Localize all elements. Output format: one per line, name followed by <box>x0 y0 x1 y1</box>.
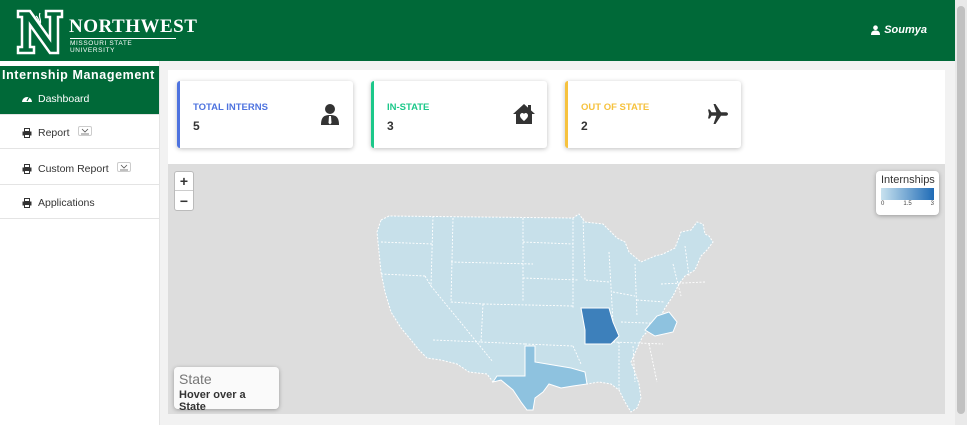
northwest-logo[interactable]: NORTHWEST MISSOURI STATE UNIVERSITY <box>16 7 197 55</box>
print-icon <box>22 164 32 174</box>
card-label: TOTAL INTERNS <box>193 102 268 113</box>
zoom-control: + − <box>174 171 194 211</box>
page-scrollbar[interactable] <box>955 0 967 425</box>
scrollbar-thumb[interactable] <box>957 6 965 414</box>
user-name: Soumya <box>884 24 927 36</box>
total-interns-card: TOTAL INTERNS 5 <box>177 81 353 148</box>
card-label: OUT OF STATE <box>581 102 650 113</box>
stats-panel: TOTAL INTERNS 5 IN-STATE 3 OUT OF STATE … <box>168 70 945 164</box>
sidebar-item-applications[interactable]: Applications <box>0 188 159 219</box>
info-hint: Hover over a State <box>179 389 246 413</box>
us-map[interactable]: + − Internships 0 1.5 3 State Hover over… <box>168 164 945 414</box>
zoom-in-button[interactable]: + <box>175 172 193 191</box>
house-icon <box>513 104 535 124</box>
logo-name: NORTHWEST <box>69 16 198 37</box>
card-value: 5 <box>193 119 200 133</box>
user-tie-icon <box>321 104 339 125</box>
map-legend: Internships 0 1.5 3 <box>876 171 939 215</box>
info-title: State <box>179 371 212 387</box>
sidebar-item-dashboard[interactable]: Dashboard <box>0 84 159 115</box>
chevron-down-icon <box>80 128 89 135</box>
card-value: 3 <box>387 119 394 133</box>
print-icon <box>22 198 32 208</box>
top-header: NORTHWEST MISSOURI STATE UNIVERSITY Soum… <box>0 0 955 61</box>
user-icon <box>871 25 881 35</box>
us-states-map[interactable] <box>373 212 783 414</box>
northwest-n-icon <box>16 9 64 55</box>
card-label: IN-STATE <box>387 102 430 113</box>
sidebar: Internship Management Dashboard Report C… <box>0 61 160 425</box>
sidebar-item-label: Report <box>38 127 70 139</box>
legend-tick: 3 <box>930 201 934 207</box>
sidebar-item-custom-report[interactable]: Custom Report <box>0 154 159 185</box>
logo-subtitle: MISSOURI STATE UNIVERSITY <box>70 38 176 54</box>
legend-title: Internships <box>881 174 935 186</box>
user-menu[interactable]: Soumya <box>871 24 927 36</box>
zoom-out-button[interactable]: − <box>175 191 193 210</box>
sidebar-item-label: Applications <box>38 197 95 209</box>
legend-ticks: 0 1.5 3 <box>881 201 934 207</box>
app-brand: Internship Management <box>0 66 159 84</box>
legend-color-scale <box>881 188 934 200</box>
out-of-state-card: OUT OF STATE 2 <box>565 81 741 148</box>
sidebar-item-report[interactable]: Report <box>0 118 159 149</box>
report-dropdown-toggle[interactable] <box>77 126 92 136</box>
print-icon <box>22 128 32 138</box>
chevron-down-icon <box>119 164 128 171</box>
legend-tick: 1.5 <box>903 201 912 207</box>
plane-icon <box>708 104 728 124</box>
state-info-box: State Hover over a State <box>174 367 279 413</box>
sidebar-item-label: Dashboard <box>38 93 90 105</box>
legend-tick: 0 <box>881 201 885 207</box>
custom-report-dropdown-toggle[interactable] <box>116 162 131 172</box>
card-value: 2 <box>581 119 588 133</box>
in-state-card: IN-STATE 3 <box>371 81 547 148</box>
dashboard-icon <box>22 97 32 102</box>
sidebar-item-label: Custom Report <box>38 163 109 175</box>
